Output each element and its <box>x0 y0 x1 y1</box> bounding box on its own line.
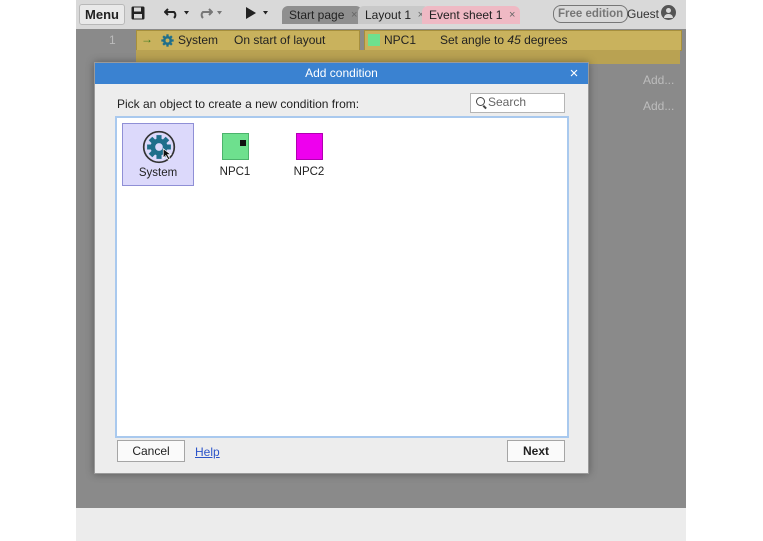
free-edition-badge[interactable]: Free edition <box>553 5 629 23</box>
add-action-link[interactable]: Add... <box>643 99 674 113</box>
action-block[interactable]: NPC1 Set angle to 45 degrees <box>364 30 682 51</box>
tab-close-icon[interactable]: × <box>351 6 357 24</box>
event-arrow-icon: → <box>141 32 153 46</box>
redo-dropdown-icon[interactable] <box>217 11 222 15</box>
object-item-npc2[interactable]: NPC2 <box>274 123 344 184</box>
sprite-icon <box>296 133 323 160</box>
search-input[interactable] <box>488 94 560 110</box>
redo-icon[interactable] <box>197 7 213 19</box>
event-number: 1 <box>109 33 116 47</box>
save-icon[interactable] <box>131 6 145 20</box>
user-name: Guest <box>627 7 660 21</box>
object-item-npc1[interactable]: NPC1 <box>200 123 270 184</box>
gear-icon <box>161 34 174 47</box>
npc1-icon <box>368 34 380 46</box>
add-condition-dialog: Add condition × Pick an object to create… <box>94 62 589 474</box>
tab-label: Layout 1 <box>365 8 412 22</box>
tab-event-sheet-1[interactable]: Event sheet 1 × <box>422 6 521 24</box>
action-value[interactable]: 45 <box>507 33 520 47</box>
play-icon[interactable] <box>246 7 256 19</box>
search-icon <box>476 97 485 106</box>
action-text: Set angle to 45 degrees <box>440 33 567 47</box>
object-name: NPC1 <box>219 166 251 178</box>
cancel-button[interactable]: Cancel <box>117 440 185 462</box>
play-dropdown-icon[interactable] <box>263 11 268 15</box>
sprite-icon <box>222 133 249 160</box>
user-icon[interactable] <box>661 5 676 20</box>
add-action-link[interactable]: Add... <box>643 73 674 87</box>
object-name: NPC2 <box>293 166 325 178</box>
object-item-system[interactable]: System <box>122 123 194 186</box>
tab-layout-1[interactable]: Layout 1 × <box>358 6 430 24</box>
tab-start-page[interactable]: Start page × <box>282 6 363 24</box>
main-toolbar: Menu Start page × Layout 1 × Event sheet… <box>76 0 686 29</box>
tab-close-icon[interactable]: × <box>509 6 515 24</box>
search-box[interactable] <box>470 93 565 113</box>
action-text-suffix: degrees <box>520 33 568 47</box>
object-name: System <box>138 167 178 179</box>
action-object-name: NPC1 <box>384 33 417 47</box>
dialog-prompt: Pick an object to create a new condition… <box>117 97 360 111</box>
undo-icon[interactable] <box>164 7 180 19</box>
close-icon[interactable]: × <box>567 63 581 84</box>
condition-block[interactable]: → System On start of layout <box>136 30 360 51</box>
undo-dropdown-icon[interactable] <box>184 11 189 15</box>
help-link[interactable]: Help <box>195 445 220 459</box>
object-list[interactable]: System NPC1 NPC2 <box>115 116 569 438</box>
gear-icon <box>142 130 176 164</box>
dialog-title: Add condition <box>95 63 588 84</box>
action-text-prefix: Set angle to <box>440 33 508 47</box>
tab-label: Start page <box>289 8 345 22</box>
bottom-bar <box>76 508 686 541</box>
menu-button[interactable]: Menu <box>79 4 125 25</box>
condition-object-name: System <box>178 33 219 47</box>
condition-text: On start of layout <box>234 33 326 47</box>
next-button[interactable]: Next <box>507 440 565 462</box>
tab-label: Event sheet 1 <box>429 8 503 22</box>
